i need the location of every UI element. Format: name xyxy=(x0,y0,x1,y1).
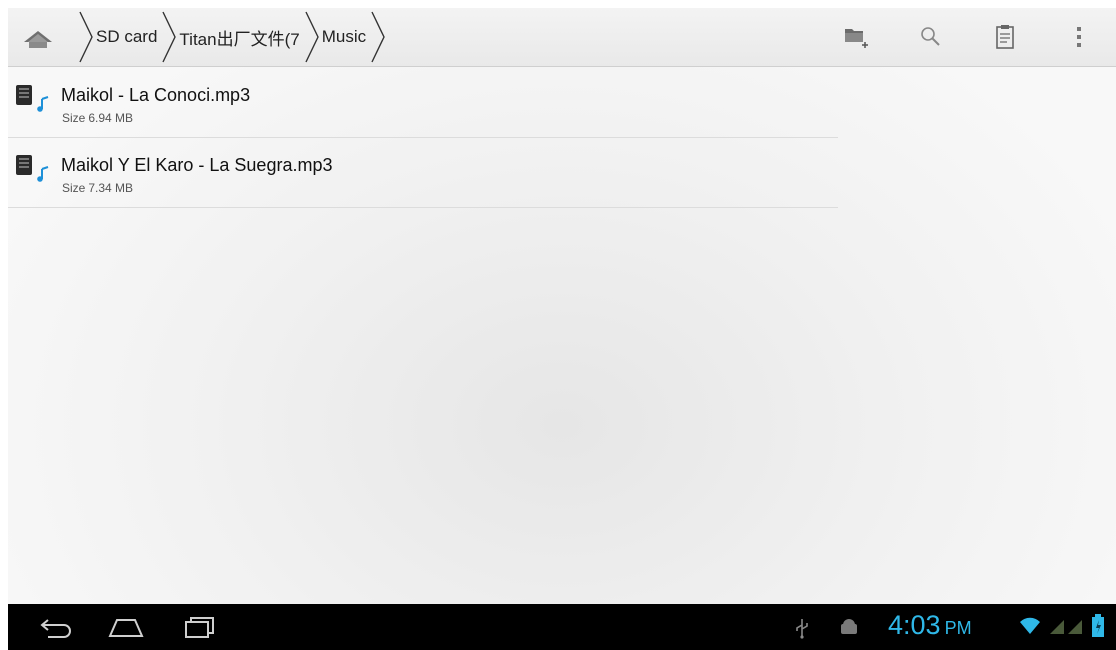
recent-apps-icon xyxy=(185,617,214,638)
new-folder-button[interactable] xyxy=(820,8,894,66)
home-outline-icon xyxy=(108,619,144,637)
back-button[interactable] xyxy=(26,610,86,644)
file-size: Size 7.34 MB xyxy=(62,181,133,195)
file-size: Size 6.94 MB xyxy=(62,111,133,125)
usb-icon xyxy=(796,619,808,639)
breadcrumb-label: Titan出厂文件(7 xyxy=(179,29,300,49)
list-item[interactable]: Maikol - La Conoci.mp3 Size 6.94 MB xyxy=(8,68,838,138)
overflow-menu-button[interactable] xyxy=(1042,8,1116,66)
clock-ampm: PM xyxy=(944,618,972,638)
action-buttons xyxy=(820,8,1116,66)
file-size-value: 6.94 MB xyxy=(88,111,134,125)
android-debug-icon xyxy=(841,619,857,634)
wifi-icon xyxy=(1020,617,1040,634)
recent-apps-button[interactable] xyxy=(170,610,230,644)
chevron-right-icon xyxy=(162,11,177,63)
breadcrumb-item-titan[interactable]: Titan出厂文件(7 xyxy=(161,8,303,66)
file-manager-screen: SD card Titan出厂文件(7 Music Maikol - La Co… xyxy=(8,8,1116,604)
file-name: Maikol Y El Karo - La Suegra.mp3 xyxy=(61,155,333,175)
breadcrumb-item-music[interactable]: Music xyxy=(304,8,386,66)
action-bar: SD card Titan出厂文件(7 Music xyxy=(8,8,1116,67)
breadcrumb-label: Music xyxy=(321,27,367,46)
chevron-right-icon xyxy=(371,11,385,63)
overflow-menu-icon xyxy=(1077,27,1081,47)
file-name: Maikol - La Conoci.mp3 xyxy=(61,85,251,105)
clock-time: 4:03 xyxy=(888,610,941,640)
clipboard-icon xyxy=(996,25,1014,49)
audio-file-icon xyxy=(16,155,49,182)
breadcrumb: SD card Titan出厂文件(7 Music xyxy=(78,8,386,66)
home-button[interactable] xyxy=(18,22,58,54)
breadcrumb-label: SD card xyxy=(96,27,158,46)
search-button[interactable] xyxy=(894,8,968,66)
file-size-value: 7.34 MB xyxy=(88,181,134,195)
chevron-right-icon xyxy=(79,11,93,63)
search-icon xyxy=(921,27,940,46)
new-folder-icon xyxy=(845,29,868,48)
file-size-label: Size xyxy=(62,181,86,195)
battery-icon xyxy=(1092,614,1104,637)
clock: 4:03 PM xyxy=(888,610,972,641)
system-bar: 4:03 PM xyxy=(8,604,1116,650)
breadcrumb-item-sd-card[interactable]: SD card xyxy=(78,8,161,66)
audio-file-icon xyxy=(16,85,49,112)
file-size-label: Size xyxy=(62,111,86,125)
home-nav-button[interactable] xyxy=(96,610,156,644)
home-icon xyxy=(24,31,52,48)
clipboard-button[interactable] xyxy=(968,8,1042,66)
signal-icon xyxy=(1050,620,1082,634)
chevron-right-icon xyxy=(305,11,319,63)
file-list: Maikol - La Conoci.mp3 Size 6.94 MB Maiko… xyxy=(8,68,838,208)
back-icon xyxy=(40,619,71,638)
list-item[interactable]: Maikol Y El Karo - La Suegra.mp3 Size 7.3… xyxy=(8,138,838,208)
